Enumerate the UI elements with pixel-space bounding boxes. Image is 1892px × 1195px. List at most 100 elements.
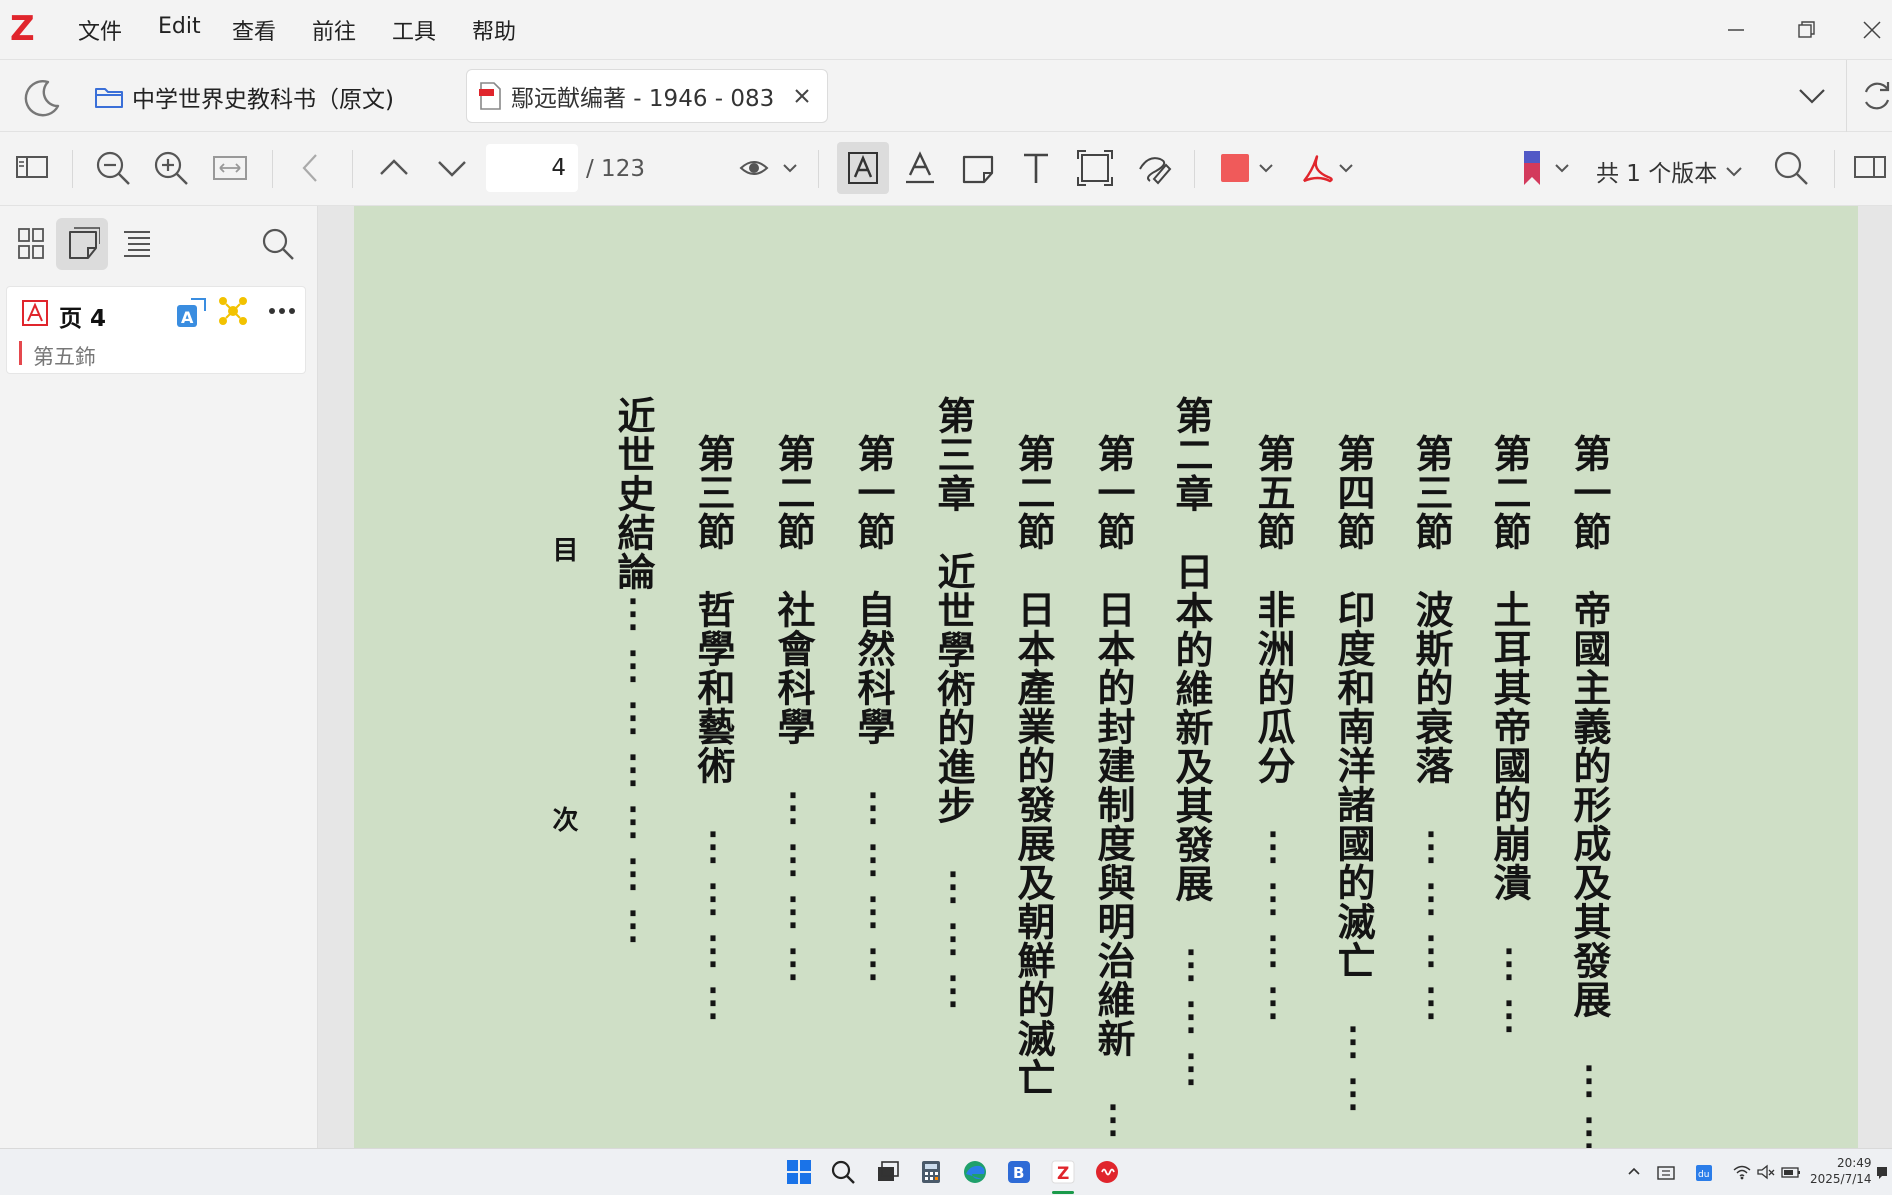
tab-folder-label: 中学世界史教科书（原文) bbox=[132, 87, 394, 113]
notification-icon[interactable] bbox=[1874, 1163, 1890, 1181]
chevron-up-icon[interactable] bbox=[1626, 1163, 1642, 1179]
zoom-out-icon[interactable] bbox=[94, 149, 132, 187]
annotation-card[interactable]: 页 4 A 第五鉓 bbox=[6, 286, 306, 374]
toc-entry-title: 日本產業的發展及朝鮮的滅亡 bbox=[1011, 590, 1056, 1097]
tab-bar: 中学世界史教科书（原文) 鄢远猷编著 - 1946 - 083 bbox=[0, 60, 1892, 132]
area-select-icon[interactable] bbox=[1076, 149, 1114, 187]
toc-leader-dots: ⋮⋮⋮⋮⋮⋮⋮ bbox=[611, 591, 656, 955]
divider bbox=[72, 150, 73, 188]
highlight-text-icon[interactable] bbox=[845, 149, 881, 187]
toc-entry-label: 第一節 bbox=[851, 434, 896, 551]
ink-draw-icon[interactable] bbox=[1134, 149, 1172, 187]
toc-entry-title: 日本的維新及其發展 bbox=[1169, 552, 1214, 903]
close-tab-icon[interactable] bbox=[791, 85, 813, 107]
menu-file[interactable]: 文件 bbox=[78, 14, 122, 46]
chevron-down-icon bbox=[1723, 160, 1745, 182]
page-number-input[interactable]: 4 bbox=[486, 144, 578, 192]
toc-leader-dots: ⋮⋮⋮⋮ bbox=[691, 824, 736, 1032]
menu-edit[interactable]: Edit bbox=[158, 14, 201, 39]
toc-entry: 第五節 非洲的瓜分 ⋮⋮⋮⋮ bbox=[1251, 434, 1296, 1032]
search-annotations-icon[interactable] bbox=[260, 226, 296, 262]
ime-icon[interactable] bbox=[1656, 1163, 1676, 1183]
toggle-sidebar-icon[interactable] bbox=[14, 149, 50, 185]
zoom-in-icon[interactable] bbox=[152, 149, 190, 187]
back-icon[interactable] bbox=[296, 149, 326, 187]
search-icon[interactable] bbox=[1772, 149, 1810, 187]
menu-view[interactable]: 查看 bbox=[232, 14, 276, 46]
thumbnails-icon[interactable] bbox=[16, 226, 46, 262]
b-app-icon[interactable]: B bbox=[1006, 1159, 1032, 1185]
taskbar-search-icon[interactable] bbox=[830, 1159, 856, 1185]
battery-icon[interactable] bbox=[1780, 1163, 1802, 1181]
pdf-file-icon bbox=[477, 81, 503, 111]
menu-bar: Z 文件 Edit 查看 前往 工具 帮助 bbox=[0, 0, 1892, 60]
toc-entry: 第一節 日本的封建制度與明治維新 ⋮ bbox=[1091, 434, 1136, 1148]
clock[interactable]: 20:49 2025/7/14 bbox=[1810, 1155, 1872, 1187]
versions-dropdown[interactable]: 共 1 个版本 bbox=[1596, 154, 1745, 188]
edge-browser-icon[interactable] bbox=[962, 1159, 988, 1185]
annotation-color-bar bbox=[19, 341, 22, 365]
volume-muted-icon[interactable] bbox=[1756, 1163, 1776, 1181]
wifi-icon[interactable] bbox=[1732, 1163, 1752, 1181]
minimize-button[interactable] bbox=[1716, 12, 1756, 48]
chevron-down-icon[interactable] bbox=[1796, 82, 1828, 110]
tab-folder[interactable]: 中学世界史教科书（原文) bbox=[94, 78, 394, 116]
annotation-color-swatch[interactable] bbox=[1221, 154, 1249, 182]
toc-entry-title: 波斯的衰落 bbox=[1409, 590, 1454, 785]
toc-entry: 第二節 社會科學 ⋮⋮⋮⋮ bbox=[771, 434, 816, 993]
menu-help[interactable]: 帮助 bbox=[472, 14, 516, 46]
tab-document[interactable]: 鄢远猷编著 - 1946 - 083 bbox=[466, 69, 828, 123]
note-icon[interactable] bbox=[960, 149, 996, 187]
recorder-app-icon[interactable] bbox=[1094, 1159, 1120, 1185]
toc-leader-dots: ⋮⋮⋮⋮ bbox=[771, 785, 816, 993]
divider bbox=[352, 150, 353, 188]
chevron-down-icon[interactable] bbox=[1256, 149, 1276, 187]
baidu-tray-icon[interactable]: du bbox=[1694, 1163, 1714, 1183]
pdf-acrobat-icon[interactable] bbox=[1298, 149, 1354, 187]
more-options-icon[interactable] bbox=[267, 297, 297, 325]
divider bbox=[818, 150, 819, 188]
toc-leader-dots: ⋮⋮⋮ bbox=[1169, 942, 1214, 1098]
task-view-icon[interactable] bbox=[874, 1159, 900, 1185]
translate-icon[interactable]: A bbox=[175, 295, 207, 329]
toc-entry-label: 第一節 bbox=[1567, 434, 1612, 551]
menu-go[interactable]: 前往 bbox=[312, 14, 356, 46]
clock-time: 20:49 bbox=[1836, 1156, 1872, 1170]
toc-entry-label: 第三章 bbox=[931, 396, 976, 513]
svg-text:Z: Z bbox=[1057, 1164, 1069, 1184]
windows-start-icon[interactable] bbox=[786, 1159, 812, 1185]
menu-tools[interactable]: 工具 bbox=[392, 14, 436, 46]
annotations-icon[interactable] bbox=[66, 226, 100, 262]
zotero-app-icon[interactable]: Z bbox=[1050, 1159, 1076, 1185]
fit-width-icon[interactable] bbox=[210, 149, 250, 187]
toc-entry-label: 第二節 bbox=[1011, 434, 1056, 551]
underline-text-icon[interactable] bbox=[902, 149, 938, 187]
outline-icon[interactable] bbox=[120, 226, 154, 262]
eye-icon[interactable] bbox=[738, 149, 798, 187]
svg-text:A: A bbox=[181, 308, 194, 327]
bookmark-icon[interactable] bbox=[1518, 149, 1574, 189]
toc-entry-title: 印度和南洋諸國的滅亡 bbox=[1331, 590, 1376, 980]
document-viewer[interactable]: 目 次 第一節 帝國主義的形成及其發展 ⋮⋮ 第二節 土耳其帝國的崩潰 ⋮⋮ 第… bbox=[318, 206, 1892, 1148]
text-box-icon[interactable] bbox=[1018, 149, 1054, 187]
restore-button[interactable] bbox=[1786, 12, 1826, 48]
next-page-icon[interactable] bbox=[434, 149, 470, 187]
toc-entry-label: 第五節 bbox=[1251, 434, 1296, 551]
previous-page-icon[interactable] bbox=[376, 149, 412, 187]
toggle-right-panel-icon[interactable] bbox=[1852, 149, 1888, 185]
calculator-icon[interactable] bbox=[918, 1159, 944, 1185]
toc-chapter: 第二章 日本的維新及其發展 ⋮⋮⋮ bbox=[1169, 396, 1214, 1098]
toc-leader-dots: ⋮⋮ bbox=[1567, 1058, 1612, 1148]
toc-entry-label: 第二節 bbox=[1487, 434, 1532, 551]
ai-sparkle-icon[interactable] bbox=[217, 295, 249, 327]
toc-leader-dots: ⋮⋮ bbox=[1487, 941, 1532, 1045]
toc-entry-title: 帝國主義的形成及其發展 bbox=[1567, 590, 1612, 1019]
toc-entry-label: 第一節 bbox=[1091, 434, 1136, 551]
moon-icon[interactable] bbox=[20, 76, 64, 120]
divider bbox=[1834, 150, 1835, 188]
sync-icon[interactable] bbox=[1862, 78, 1892, 114]
toc-leader-dots: ⋮⋮ bbox=[1331, 1019, 1376, 1123]
close-window-button[interactable] bbox=[1852, 12, 1892, 48]
toc-entry: 第四節 印度和南洋諸國的滅亡 ⋮⋮ bbox=[1331, 434, 1376, 1123]
toc-entry: 第二節 土耳其帝國的崩潰 ⋮⋮ bbox=[1487, 434, 1532, 1045]
